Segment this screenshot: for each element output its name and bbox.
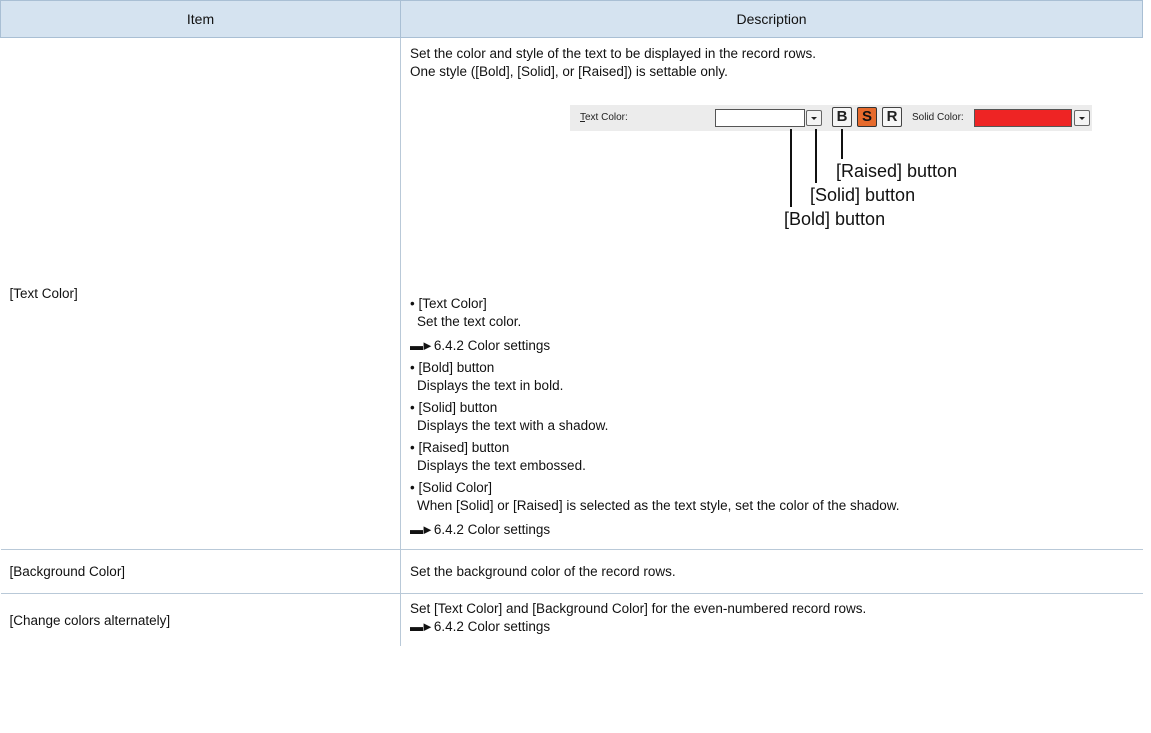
intro-line-1: Set the color and style of the text to b… xyxy=(410,46,816,61)
bullet-solid-button-desc: Displays the text with a shadow. xyxy=(417,418,609,433)
solid-callout: [Solid] button xyxy=(810,185,916,205)
bullet-solid-button: • [Solid] button xyxy=(410,400,498,415)
bullet-text-color-desc: Set the text color. xyxy=(417,314,522,329)
item-change-colors-alternately: [Change colors alternately] xyxy=(9,612,171,628)
raised-leader-line xyxy=(841,129,843,159)
text-color-combo xyxy=(715,109,805,127)
bullet-raised-button: • [Raised] button xyxy=(410,440,510,455)
solid-color-dropdown-icon xyxy=(1074,110,1090,126)
solid-color-swatch xyxy=(974,109,1072,127)
reference-arrow-icon: ▬► xyxy=(410,338,434,353)
description-text-color: Set the color and style of the text to b… xyxy=(400,37,1143,550)
bullet-bold-button: • [Bold] button xyxy=(410,360,495,375)
item-background-color: [Background Color] xyxy=(0,549,401,594)
description-change-colors-alternately: Set [Text Color] and [Background Color] … xyxy=(400,593,1143,646)
header-row: Item Description xyxy=(0,0,1143,38)
item-text-color: [Text Color] xyxy=(0,37,401,550)
header-item: Item xyxy=(0,0,401,38)
raised-callout: [Raised] button xyxy=(836,161,958,181)
spec-table: Item Description [Text Color] Set the co… xyxy=(0,0,1143,646)
ref-color-settings-1[interactable]: ▬► 6.4.2 Color settings xyxy=(410,337,1143,355)
reference-arrow-icon: ▬► xyxy=(410,522,434,537)
bold-button: B xyxy=(832,107,852,127)
text-color-dropdown-icon xyxy=(806,110,822,126)
bullet-raised-button-desc: Displays the text embossed. xyxy=(417,458,586,473)
toolbar-figure: Text Color: B S R Solid Color: [Raised] … xyxy=(410,81,1143,295)
bullet-solid-color: • [Solid Color] xyxy=(410,480,493,495)
ref-color-settings-3[interactable]: ▬► 6.4.2 Color settings xyxy=(410,618,1143,636)
text-style-toolbar: Text Color: B S R Solid Color: xyxy=(570,105,1092,131)
bold-leader-line xyxy=(790,129,792,207)
bold-callout: [Bold] button xyxy=(784,209,886,229)
solid-leader-line xyxy=(815,129,817,183)
solid-color-label: Solid Color: xyxy=(912,112,964,123)
solid-button: S xyxy=(857,107,877,127)
table-row-change-colors-alternately: [Change colors alternately] Set [Text Co… xyxy=(1,593,1143,646)
description-background-color: Set the background color of the record r… xyxy=(400,549,1143,594)
bullet-text-color: • [Text Color] xyxy=(410,296,487,311)
table-row-text-color: [Text Color] Set the color and style of … xyxy=(0,37,1143,550)
table-row-background-color: [Background Color] Set the background co… xyxy=(0,549,1143,594)
bullet-bold-button-desc: Displays the text in bold. xyxy=(417,378,564,393)
alternate-description: Set [Text Color] and [Background Color] … xyxy=(410,601,867,616)
intro-line-2: One style ([Bold], [Solid], or [Raised])… xyxy=(410,64,728,79)
bullet-solid-color-desc: When [Solid] or [Raised] is selected as … xyxy=(417,498,900,513)
header-description: Description xyxy=(400,0,1143,38)
reference-arrow-icon: ▬► xyxy=(410,619,434,634)
raised-button: R xyxy=(882,107,902,127)
text-color-label: Text Color: xyxy=(580,112,628,123)
ref-color-settings-2[interactable]: ▬► 6.4.2 Color settings xyxy=(410,521,1143,539)
